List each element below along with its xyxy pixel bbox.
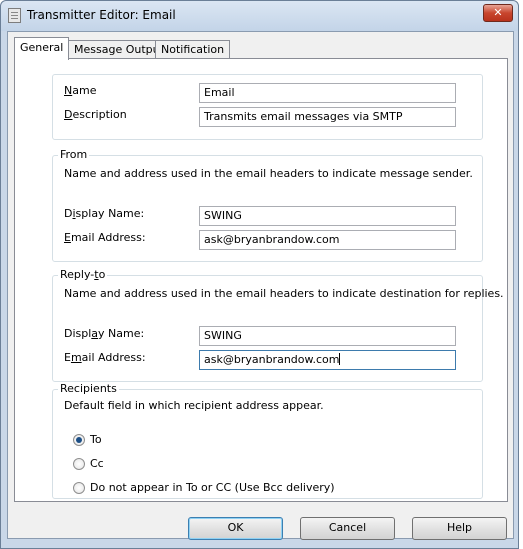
tab-general[interactable]: General <box>14 37 70 60</box>
cancel-button[interactable]: Cancel <box>300 517 395 540</box>
from-description: Name and address used in the email heade… <box>64 167 473 180</box>
ok-button[interactable]: OK <box>188 517 283 540</box>
reply-to-description: Name and address used in the email heade… <box>64 287 504 300</box>
from-display-name-label: Display Name: <box>64 207 145 220</box>
dialog-window: Transmitter Editor: Email ✕ General Mess… <box>0 0 519 549</box>
reply-to-display-name-label: Display Name: <box>64 327 145 340</box>
radio-cc-label: Cc <box>90 457 104 470</box>
document-icon <box>8 8 21 23</box>
close-button[interactable]: ✕ <box>483 4 513 22</box>
recipients-group: Recipients Default field in which recipi… <box>52 382 483 499</box>
tab-notification[interactable]: Notification <box>155 40 231 59</box>
description-label: Description <box>64 108 127 121</box>
window-title: Transmitter Editor: Email <box>27 8 176 22</box>
radio-button-icon <box>73 434 85 446</box>
description-field[interactable]: Transmits email messages via SMTP <box>199 107 456 127</box>
radio-button-icon <box>73 482 85 494</box>
from-display-name-field[interactable]: SWING <box>199 206 456 226</box>
dialog-client-area: General Message Output Notification Name… <box>7 31 514 540</box>
general-group: Name Email Description Transmits email m… <box>52 74 483 140</box>
reply-to-email-label: Email Address: <box>64 351 146 364</box>
from-group-title: From <box>58 148 90 161</box>
from-email-label: Email Address: <box>64 231 146 244</box>
reply-to-email-field[interactable]: ask@bryanbrandow.com <box>199 350 456 370</box>
from-email-field[interactable]: ask@bryanbrandow.com <box>199 230 456 250</box>
name-field[interactable]: Email <box>199 83 456 103</box>
recipients-group-title: Recipients <box>58 382 119 395</box>
reply-to-email-value: ask@bryanbrandow.com <box>204 353 340 366</box>
reply-to-group: Reply-to Name and address used in the em… <box>52 268 504 382</box>
radio-to-label: To <box>90 433 102 446</box>
text-caret <box>339 353 341 365</box>
recipients-description: Default field in which recipient address… <box>64 399 324 412</box>
radio-button-icon <box>73 458 85 470</box>
name-label: Name <box>64 84 97 97</box>
general-tab-panel: Name Email Description Transmits email m… <box>14 58 508 502</box>
reply-to-group-title: Reply-to <box>58 268 108 281</box>
title-bar[interactable]: Transmitter Editor: Email ✕ <box>1 1 518 31</box>
radio-bcc-label: Do not appear in To or CC (Use Bcc deliv… <box>90 481 335 494</box>
from-group: From Name and address used in the email … <box>52 148 483 262</box>
help-button[interactable]: Help <box>412 517 507 540</box>
reply-to-display-name-field[interactable]: SWING <box>199 326 456 346</box>
